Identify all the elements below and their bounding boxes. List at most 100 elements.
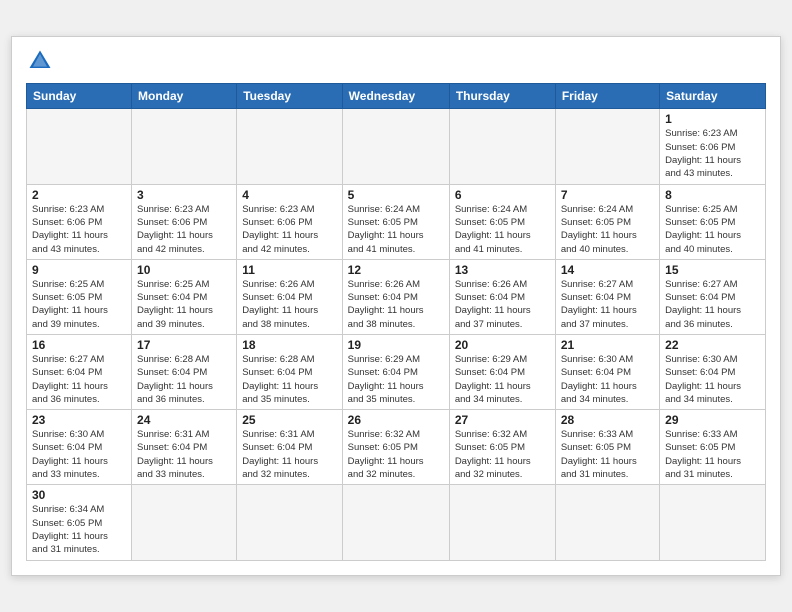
header-day-saturday: Saturday xyxy=(660,84,766,109)
day-number: 2 xyxy=(32,188,126,202)
day-info: Sunrise: 6:33 AM Sunset: 6:05 PM Dayligh… xyxy=(665,428,760,481)
day-number: 10 xyxy=(137,263,231,277)
day-cell: 2Sunrise: 6:23 AM Sunset: 6:06 PM Daylig… xyxy=(27,184,132,259)
day-cell: 29Sunrise: 6:33 AM Sunset: 6:05 PM Dayli… xyxy=(660,410,766,485)
day-info: Sunrise: 6:25 AM Sunset: 6:05 PM Dayligh… xyxy=(665,203,760,256)
day-info: Sunrise: 6:23 AM Sunset: 6:06 PM Dayligh… xyxy=(137,203,231,256)
header-day-friday: Friday xyxy=(555,84,659,109)
week-row-5: 23Sunrise: 6:30 AM Sunset: 6:04 PM Dayli… xyxy=(27,410,766,485)
day-cell: 10Sunrise: 6:25 AM Sunset: 6:04 PM Dayli… xyxy=(132,259,237,334)
day-info: Sunrise: 6:23 AM Sunset: 6:06 PM Dayligh… xyxy=(32,203,126,256)
day-cell: 18Sunrise: 6:28 AM Sunset: 6:04 PM Dayli… xyxy=(237,335,342,410)
day-info: Sunrise: 6:26 AM Sunset: 6:04 PM Dayligh… xyxy=(348,278,444,331)
day-cell: 21Sunrise: 6:30 AM Sunset: 6:04 PM Dayli… xyxy=(555,335,659,410)
day-number: 16 xyxy=(32,338,126,352)
day-info: Sunrise: 6:29 AM Sunset: 6:04 PM Dayligh… xyxy=(455,353,550,406)
day-number: 12 xyxy=(348,263,444,277)
day-number: 19 xyxy=(348,338,444,352)
day-info: Sunrise: 6:28 AM Sunset: 6:04 PM Dayligh… xyxy=(137,353,231,406)
week-row-4: 16Sunrise: 6:27 AM Sunset: 6:04 PM Dayli… xyxy=(27,335,766,410)
day-cell: 16Sunrise: 6:27 AM Sunset: 6:04 PM Dayli… xyxy=(27,335,132,410)
day-cell xyxy=(342,109,449,184)
day-cell: 14Sunrise: 6:27 AM Sunset: 6:04 PM Dayli… xyxy=(555,259,659,334)
day-number: 18 xyxy=(242,338,336,352)
day-number: 26 xyxy=(348,413,444,427)
day-info: Sunrise: 6:24 AM Sunset: 6:05 PM Dayligh… xyxy=(455,203,550,256)
day-number: 5 xyxy=(348,188,444,202)
day-cell: 12Sunrise: 6:26 AM Sunset: 6:04 PM Dayli… xyxy=(342,259,449,334)
day-number: 23 xyxy=(32,413,126,427)
day-info: Sunrise: 6:27 AM Sunset: 6:04 PM Dayligh… xyxy=(32,353,126,406)
day-cell: 30Sunrise: 6:34 AM Sunset: 6:05 PM Dayli… xyxy=(27,485,132,560)
day-number: 30 xyxy=(32,488,126,502)
day-number: 25 xyxy=(242,413,336,427)
day-cell: 11Sunrise: 6:26 AM Sunset: 6:04 PM Dayli… xyxy=(237,259,342,334)
day-info: Sunrise: 6:26 AM Sunset: 6:04 PM Dayligh… xyxy=(455,278,550,331)
day-number: 4 xyxy=(242,188,336,202)
day-cell: 24Sunrise: 6:31 AM Sunset: 6:04 PM Dayli… xyxy=(132,410,237,485)
day-info: Sunrise: 6:33 AM Sunset: 6:05 PM Dayligh… xyxy=(561,428,654,481)
day-cell: 28Sunrise: 6:33 AM Sunset: 6:05 PM Dayli… xyxy=(555,410,659,485)
day-cell: 20Sunrise: 6:29 AM Sunset: 6:04 PM Dayli… xyxy=(449,335,555,410)
day-cell xyxy=(342,485,449,560)
day-number: 17 xyxy=(137,338,231,352)
day-info: Sunrise: 6:24 AM Sunset: 6:05 PM Dayligh… xyxy=(561,203,654,256)
header-day-thursday: Thursday xyxy=(449,84,555,109)
day-number: 11 xyxy=(242,263,336,277)
day-cell: 26Sunrise: 6:32 AM Sunset: 6:05 PM Dayli… xyxy=(342,410,449,485)
day-info: Sunrise: 6:24 AM Sunset: 6:05 PM Dayligh… xyxy=(348,203,444,256)
day-info: Sunrise: 6:23 AM Sunset: 6:06 PM Dayligh… xyxy=(665,127,760,180)
day-cell: 23Sunrise: 6:30 AM Sunset: 6:04 PM Dayli… xyxy=(27,410,132,485)
week-row-2: 2Sunrise: 6:23 AM Sunset: 6:06 PM Daylig… xyxy=(27,184,766,259)
day-cell: 19Sunrise: 6:29 AM Sunset: 6:04 PM Dayli… xyxy=(342,335,449,410)
header xyxy=(26,47,766,75)
day-cell: 13Sunrise: 6:26 AM Sunset: 6:04 PM Dayli… xyxy=(449,259,555,334)
day-info: Sunrise: 6:30 AM Sunset: 6:04 PM Dayligh… xyxy=(32,428,126,481)
day-cell: 17Sunrise: 6:28 AM Sunset: 6:04 PM Dayli… xyxy=(132,335,237,410)
day-number: 6 xyxy=(455,188,550,202)
header-day-monday: Monday xyxy=(132,84,237,109)
day-number: 13 xyxy=(455,263,550,277)
logo-icon xyxy=(26,47,54,75)
header-day-tuesday: Tuesday xyxy=(237,84,342,109)
day-number: 15 xyxy=(665,263,760,277)
day-cell xyxy=(449,109,555,184)
header-day-wednesday: Wednesday xyxy=(342,84,449,109)
day-cell: 1Sunrise: 6:23 AM Sunset: 6:06 PM Daylig… xyxy=(660,109,766,184)
day-number: 7 xyxy=(561,188,654,202)
day-info: Sunrise: 6:30 AM Sunset: 6:04 PM Dayligh… xyxy=(561,353,654,406)
day-cell xyxy=(27,109,132,184)
day-cell: 5Sunrise: 6:24 AM Sunset: 6:05 PM Daylig… xyxy=(342,184,449,259)
day-cell xyxy=(449,485,555,560)
calendar-grid: SundayMondayTuesdayWednesdayThursdayFrid… xyxy=(26,83,766,560)
day-number: 9 xyxy=(32,263,126,277)
day-cell: 9Sunrise: 6:25 AM Sunset: 6:05 PM Daylig… xyxy=(27,259,132,334)
header-day-sunday: Sunday xyxy=(27,84,132,109)
logo xyxy=(26,47,58,75)
calendar-container: SundayMondayTuesdayWednesdayThursdayFrid… xyxy=(11,36,781,575)
day-number: 22 xyxy=(665,338,760,352)
day-cell: 15Sunrise: 6:27 AM Sunset: 6:04 PM Dayli… xyxy=(660,259,766,334)
header-row: SundayMondayTuesdayWednesdayThursdayFrid… xyxy=(27,84,766,109)
day-cell xyxy=(237,485,342,560)
day-cell xyxy=(555,109,659,184)
day-info: Sunrise: 6:26 AM Sunset: 6:04 PM Dayligh… xyxy=(242,278,336,331)
week-row-6: 30Sunrise: 6:34 AM Sunset: 6:05 PM Dayli… xyxy=(27,485,766,560)
day-info: Sunrise: 6:30 AM Sunset: 6:04 PM Dayligh… xyxy=(665,353,760,406)
day-number: 8 xyxy=(665,188,760,202)
day-cell xyxy=(132,485,237,560)
day-cell: 27Sunrise: 6:32 AM Sunset: 6:05 PM Dayli… xyxy=(449,410,555,485)
day-cell: 22Sunrise: 6:30 AM Sunset: 6:04 PM Dayli… xyxy=(660,335,766,410)
day-info: Sunrise: 6:31 AM Sunset: 6:04 PM Dayligh… xyxy=(242,428,336,481)
day-cell: 4Sunrise: 6:23 AM Sunset: 6:06 PM Daylig… xyxy=(237,184,342,259)
day-number: 3 xyxy=(137,188,231,202)
day-number: 21 xyxy=(561,338,654,352)
day-cell: 3Sunrise: 6:23 AM Sunset: 6:06 PM Daylig… xyxy=(132,184,237,259)
day-number: 20 xyxy=(455,338,550,352)
day-cell: 25Sunrise: 6:31 AM Sunset: 6:04 PM Dayli… xyxy=(237,410,342,485)
day-number: 28 xyxy=(561,413,654,427)
day-info: Sunrise: 6:31 AM Sunset: 6:04 PM Dayligh… xyxy=(137,428,231,481)
day-info: Sunrise: 6:29 AM Sunset: 6:04 PM Dayligh… xyxy=(348,353,444,406)
day-info: Sunrise: 6:28 AM Sunset: 6:04 PM Dayligh… xyxy=(242,353,336,406)
day-info: Sunrise: 6:32 AM Sunset: 6:05 PM Dayligh… xyxy=(348,428,444,481)
